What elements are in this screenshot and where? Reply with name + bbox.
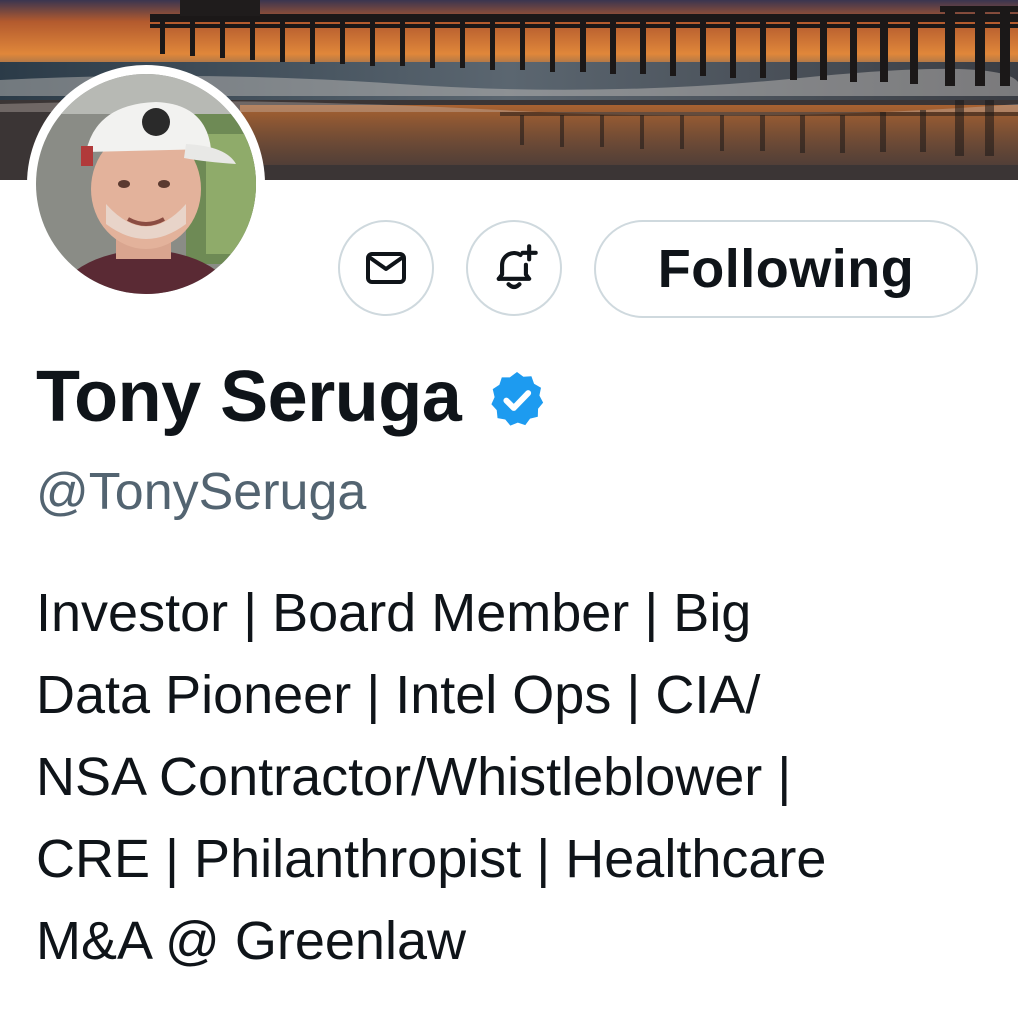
following-label: Following xyxy=(657,239,915,299)
name-row: Tony Seruga xyxy=(36,352,549,442)
bell-plus-icon xyxy=(496,244,538,290)
bio-line: Investor | Board Member | Big xyxy=(36,583,752,643)
bio-line: CRE | Philanthropist | Healthcare xyxy=(36,829,827,889)
profile-bio: Investor | Board Member | Big Data Pione… xyxy=(36,572,996,982)
notifications-button[interactable] xyxy=(466,220,562,316)
bio-line: M&A @ Greenlaw xyxy=(36,911,466,971)
message-button[interactable] xyxy=(338,220,434,316)
avatar-photo xyxy=(36,74,256,294)
bio-line: NSA Contractor/Whistleblower | xyxy=(36,747,792,807)
verified-badge-icon[interactable] xyxy=(485,368,549,432)
profile-handle: @TonySeruga xyxy=(36,463,367,521)
following-button[interactable]: Following xyxy=(594,220,978,318)
envelope-icon xyxy=(366,252,406,284)
profile-avatar[interactable] xyxy=(27,65,265,303)
display-name: Tony Seruga xyxy=(36,357,462,437)
bio-line: Data Pioneer | Intel Ops | CIA/ xyxy=(36,665,761,725)
